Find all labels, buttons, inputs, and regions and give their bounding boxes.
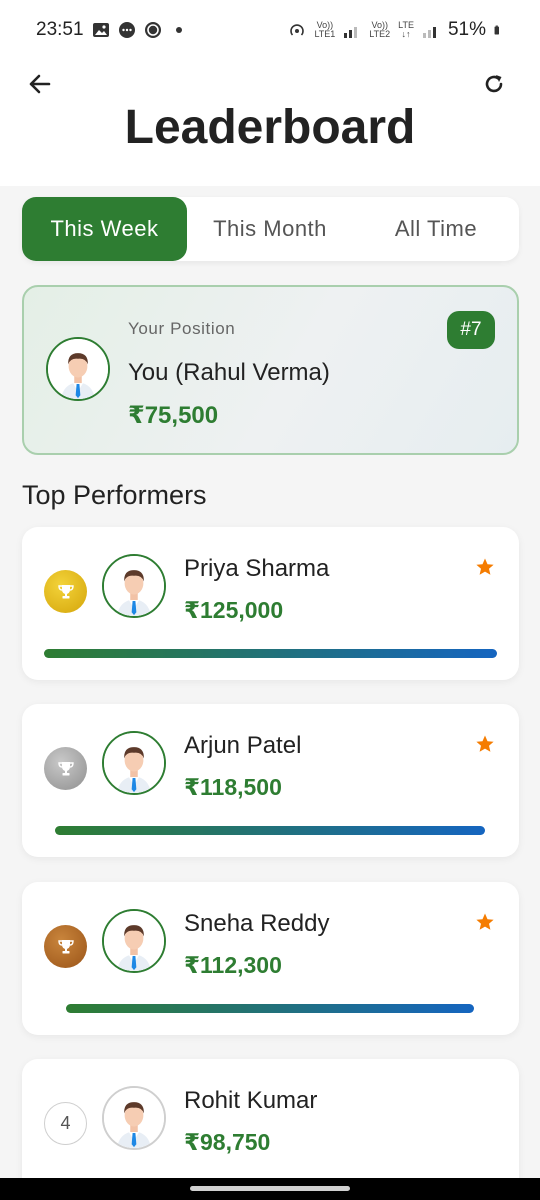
performer-name: Rohit Kumar [184,1087,318,1114]
performer-name: Sneha Reddy [184,910,330,937]
performer-amount: ₹125,000 [184,597,284,623]
home-indicator[interactable] [190,1186,350,1191]
performer-amount: ₹118,500 [184,774,282,800]
performer-avatar-wrap [102,909,166,973]
battery-icon [494,25,499,35]
performer-amount: ₹112,300 [184,952,282,978]
status-time: 23:51 [36,19,84,40]
tab-this-month[interactable]: This Month [187,197,353,261]
tab-all-time[interactable]: All Time [353,197,519,261]
performer-avatar-wrap [102,731,166,795]
status-left: 23:51 [36,19,182,41]
performer-card-2[interactable]: Arjun Patel ₹118,500 [22,704,519,857]
star-icon [476,735,494,752]
trophy-icon [57,761,74,775]
signal-1-icon [344,27,358,38]
performer-progress-bar [66,1004,474,1013]
refresh-icon [485,75,503,93]
volte-lte1-indicator: Vo)) LTE1 [314,20,336,39]
performer-avatar-wrap [102,554,166,618]
avatar [102,554,166,618]
performer-card-3[interactable]: Sneha Reddy ₹112,300 [22,882,519,1035]
section-title: Top Performers [22,480,207,510]
message-notification-icon [118,22,135,38]
tab-this-week[interactable]: This Week [22,197,187,261]
volte-lte2-indicator: Vo)) LTE2 [369,20,391,39]
trophy-icon [57,939,74,953]
status-right: Vo)) LTE1 Vo)) LTE2 LTE ↓↑ 51% [288,19,504,41]
your-name: You (Rahul Verma) [128,359,330,386]
star-icon [476,558,494,575]
performer-name: Priya Sharma [184,555,330,582]
your-avatar-wrap [46,337,110,401]
trophy-icon [57,584,74,598]
gold-medal [44,570,87,613]
more-notifications-dot-icon [175,27,182,33]
whatsapp-notification-icon [144,22,161,38]
gallery-notification-icon [92,23,109,37]
signal-2-icon [422,27,436,38]
silver-medal [44,747,87,790]
performer-progress-bar [44,649,497,658]
performer-name: Arjun Patel [184,732,302,759]
back-button[interactable] [24,68,56,100]
avatar [102,909,166,973]
battery-percent: 51% [447,19,486,40]
rank-badge: #7 [447,311,495,349]
page-title: Leaderboard [124,101,416,154]
rank-number-badge: 4 [44,1102,87,1145]
performer-amount: ₹98,750 [184,1129,271,1155]
star-icon [476,913,494,930]
avatar [102,731,166,795]
app-header: Leaderboard [0,60,540,186]
your-position-card[interactable]: Your Position You (Rahul Verma) ₹75,500 … [22,285,519,455]
performer-progress-bar [55,826,485,835]
hotspot-icon [290,24,305,36]
arrow-left-icon [29,74,51,94]
bronze-medal [44,925,87,968]
lte-data-indicator: LTE ↓↑ [398,20,414,39]
your-amount: ₹75,500 [128,402,219,429]
status-bar: 23:51 Vo)) LTE1 Vo)) LTE2 LTE ↓↑ 51% [0,0,540,60]
avatar [102,1086,166,1150]
refresh-button[interactable] [478,68,510,100]
performer-avatar-wrap [102,1086,166,1150]
your-position-label: Your Position [128,319,236,338]
avatar [46,337,110,401]
performer-card-1[interactable]: Priya Sharma ₹125,000 [22,527,519,680]
system-navigation-bar [0,1178,540,1200]
period-tabs: This Week This Month All Time [22,197,519,261]
